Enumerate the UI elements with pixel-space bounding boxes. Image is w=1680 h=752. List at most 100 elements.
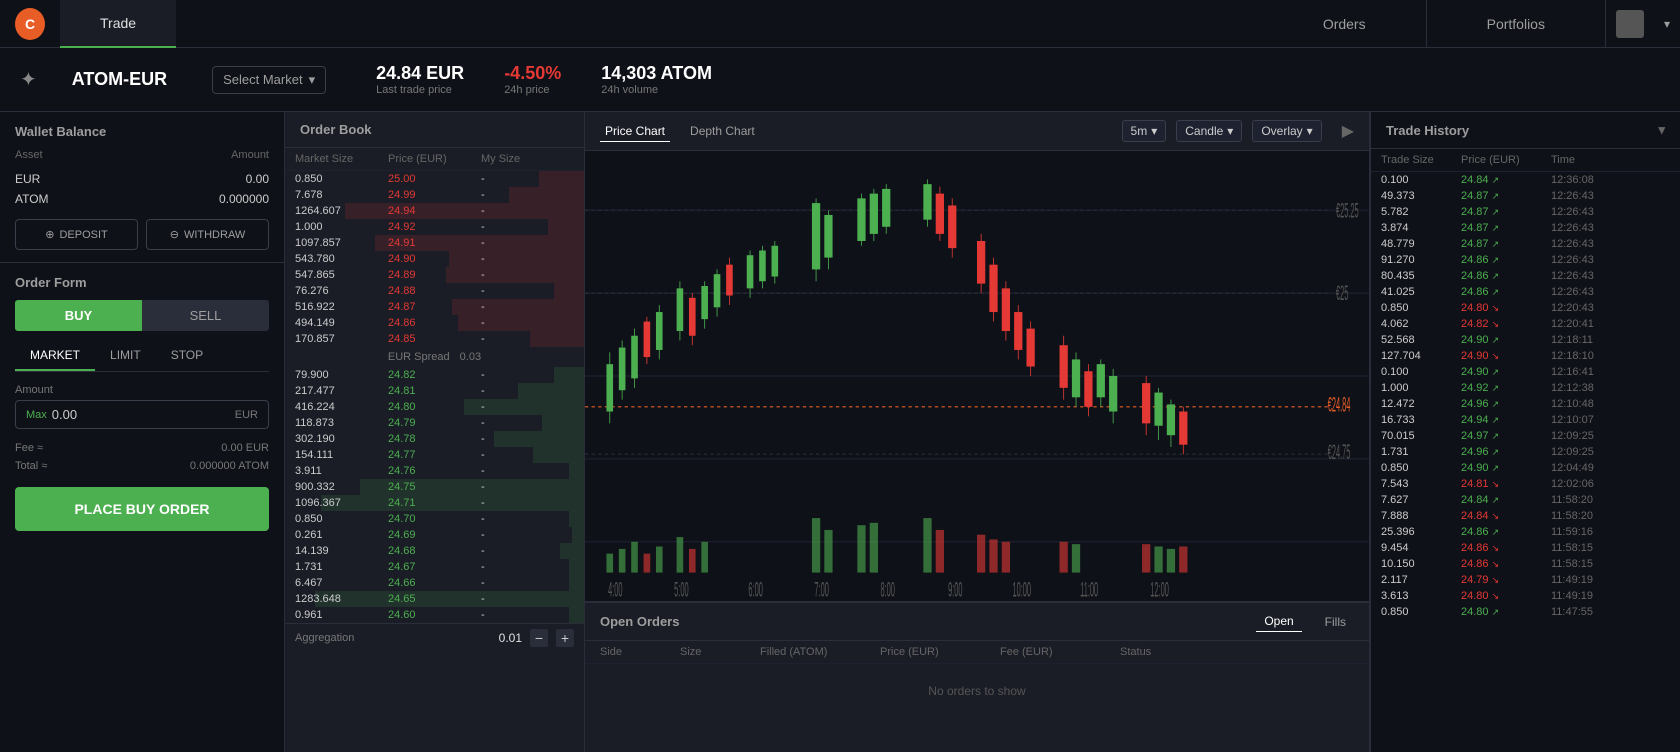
buy-order-row[interactable]: 1.731 24.67 -: [285, 559, 584, 575]
fee-row: Fee ≈ 0.00 EUR: [15, 439, 269, 457]
th-price: 24.81 ↘: [1461, 478, 1551, 490]
buy-order-row[interactable]: 79.900 24.82 -: [285, 367, 584, 383]
depth-chart-tab[interactable]: Depth Chart: [685, 121, 760, 142]
sell-order-row[interactable]: 170.857 24.85 -: [285, 331, 584, 347]
sell-order-row[interactable]: 516.922 24.87 -: [285, 299, 584, 315]
ob-market-size: 3.911: [295, 465, 388, 477]
overlay-chevron-icon: ▾: [1307, 124, 1313, 138]
avatar[interactable]: [1616, 10, 1644, 38]
chart-play-button[interactable]: ▶: [1342, 121, 1354, 141]
place-order-button[interactable]: PLACE BUY ORDER: [15, 487, 269, 531]
ob-market-size: 170.857: [295, 333, 388, 345]
oo-filled-header: Filled (ATOM): [760, 646, 880, 658]
ob-price: 24.60: [388, 609, 481, 621]
ob-my-size: -: [481, 401, 574, 413]
withdraw-button[interactable]: ⊖ WITHDRAW: [146, 219, 269, 250]
svg-text:5:00: 5:00: [674, 579, 689, 601]
sell-order-row[interactable]: 547.865 24.89 -: [285, 267, 584, 283]
oo-side-header: Side: [600, 646, 680, 658]
ob-price: 24.85: [388, 333, 481, 345]
sell-orders-list: 0.850 25.00 - 7.678 24.99 - 1264.607 24.…: [285, 171, 584, 347]
aggregation-decrease-button[interactable]: −: [530, 629, 548, 647]
ob-market-size: 154.111: [295, 449, 388, 461]
buy-order-row[interactable]: 302.190 24.78 -: [285, 431, 584, 447]
ob-price: 24.90: [388, 253, 481, 265]
ob-market-size: 7.678: [295, 189, 388, 201]
ob-price: 24.82: [388, 369, 481, 381]
overlay-select[interactable]: Overlay ▾: [1252, 120, 1321, 142]
ob-price: 24.79: [388, 417, 481, 429]
order-form-title: Order Form: [15, 275, 269, 290]
wallet-title: Wallet Balance: [15, 124, 269, 139]
ob-price: 24.81: [388, 385, 481, 397]
buy-order-row[interactable]: 1283.648 24.65 -: [285, 591, 584, 607]
ob-price: 24.87: [388, 301, 481, 313]
th-time: 12:20:41: [1551, 318, 1631, 330]
th-price: 24.87 ↗: [1461, 238, 1551, 250]
buy-order-row[interactable]: 154.111 24.77 -: [285, 447, 584, 463]
sell-order-row[interactable]: 494.149 24.86 -: [285, 315, 584, 331]
order-book-title: Order Book: [285, 112, 584, 148]
balance-amount-header: Amount: [231, 149, 269, 161]
sell-tab[interactable]: SELL: [142, 300, 269, 331]
timeframe-select[interactable]: 5m ▾: [1122, 120, 1167, 142]
app-logo[interactable]: C: [0, 8, 60, 40]
buy-order-row[interactable]: 217.477 24.81 -: [285, 383, 584, 399]
nav-trade-button[interactable]: Trade: [60, 0, 176, 48]
deposit-button[interactable]: ⊕ DEPOSIT: [15, 219, 138, 250]
open-orders-fills-tab[interactable]: Fills: [1317, 612, 1354, 632]
th-price: 24.86 ↗: [1461, 270, 1551, 282]
market-tab[interactable]: MARKET: [15, 341, 95, 371]
ob-my-size: -: [481, 333, 574, 345]
nav-orders-link[interactable]: Orders: [1263, 0, 1427, 48]
buy-order-row[interactable]: 0.961 24.60 -: [285, 607, 584, 623]
th-trade-size: 0.850: [1381, 302, 1461, 314]
th-time: 12:10:07: [1551, 414, 1631, 426]
total-row: Total ≈ 0.000000 ATOM: [15, 457, 269, 475]
amount-input[interactable]: [52, 407, 235, 422]
wallet-buttons: ⊕ DEPOSIT ⊖ WITHDRAW: [15, 219, 269, 250]
sell-order-row[interactable]: 543.780 24.90 -: [285, 251, 584, 267]
aggregation-increase-button[interactable]: +: [556, 629, 574, 647]
chart-header: Price Chart Depth Chart 5m ▾ Candle ▾ Ov…: [585, 112, 1369, 151]
buy-order-row[interactable]: 900.332 24.75 -: [285, 479, 584, 495]
price-chart-tab[interactable]: Price Chart: [600, 121, 670, 142]
last-trade-label: Last trade price: [376, 84, 464, 96]
buy-order-row[interactable]: 118.873 24.79 -: [285, 415, 584, 431]
oo-status-header: Status: [1120, 646, 1220, 658]
buy-tab[interactable]: BUY: [15, 300, 142, 331]
trade-history-chevron-icon[interactable]: ▾: [1658, 122, 1665, 138]
stop-tab[interactable]: STOP: [156, 341, 218, 371]
open-orders-open-tab[interactable]: Open: [1256, 611, 1301, 632]
buy-order-row[interactable]: 14.139 24.68 -: [285, 543, 584, 559]
th-time: 12:26:43: [1551, 286, 1631, 298]
candle-type-select[interactable]: Candle ▾: [1176, 120, 1242, 142]
sell-order-row[interactable]: 76.276 24.88 -: [285, 283, 584, 299]
sell-order-row[interactable]: 1097.857 24.91 -: [285, 235, 584, 251]
ob-my-size: -: [481, 609, 574, 621]
buy-order-row[interactable]: 416.224 24.80 -: [285, 399, 584, 415]
limit-tab[interactable]: LIMIT: [95, 341, 156, 371]
trade-history-row: 4.062 24.82 ↘ 12:20:41: [1371, 316, 1680, 332]
buy-order-row[interactable]: 3.911 24.76 -: [285, 463, 584, 479]
buy-order-row[interactable]: 1096.367 24.71 -: [285, 495, 584, 511]
oo-fee-header: Fee (EUR): [1000, 646, 1120, 658]
th-time: 12:12:38: [1551, 382, 1631, 394]
max-link[interactable]: Max: [26, 409, 47, 421]
th-time: 12:26:43: [1551, 206, 1631, 218]
sell-order-row[interactable]: 1264.607 24.94 -: [285, 203, 584, 219]
th-trade-size: 3.613: [1381, 590, 1461, 602]
sell-order-row[interactable]: 0.850 25.00 -: [285, 171, 584, 187]
buy-order-row[interactable]: 0.850 24.70 -: [285, 511, 584, 527]
buy-order-row[interactable]: 0.261 24.69 -: [285, 527, 584, 543]
trade-history-row: 3.874 24.87 ↗ 12:26:43: [1371, 220, 1680, 236]
trade-history-row: 2.117 24.79 ↘ 11:49:19: [1371, 572, 1680, 588]
sell-order-row[interactable]: 1.000 24.92 -: [285, 219, 584, 235]
buy-order-row[interactable]: 6.467 24.66 -: [285, 575, 584, 591]
user-menu-dropdown[interactable]: ▾: [1654, 17, 1680, 31]
sell-order-row[interactable]: 7.678 24.99 -: [285, 187, 584, 203]
balance-asset-eur: EUR: [15, 172, 40, 186]
select-market-button[interactable]: Select Market ▾: [212, 66, 326, 94]
th-trade-size: 1.000: [1381, 382, 1461, 394]
nav-portfolios-link[interactable]: Portfolios: [1427, 0, 1606, 48]
